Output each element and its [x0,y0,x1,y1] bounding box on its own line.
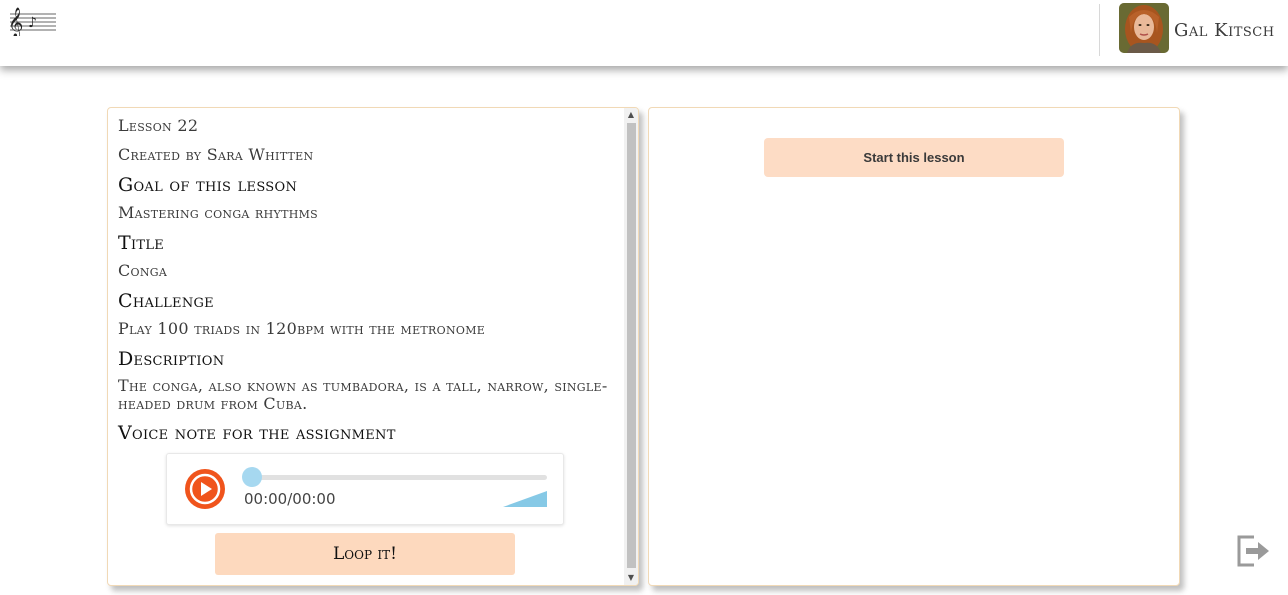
lesson-author: Created by Sara Whitten [118,145,314,164]
audio-seek-handle[interactable] [242,467,262,487]
svg-text:𝄞: 𝄞 [8,7,23,36]
voice-note-heading: Voice note for the assignment [118,422,396,444]
logout-icon[interactable] [1236,535,1270,567]
svg-text:♪: ♪ [28,15,37,31]
user-avatar[interactable] [1119,3,1169,53]
lesson-details-content: Lesson 22 Created by Sara Whitten Goal o… [118,116,614,451]
play-icon[interactable] [185,469,225,509]
title-heading: Title [118,232,165,254]
audio-seek-track[interactable] [245,475,547,480]
scroll-down-arrow-icon[interactable]: ▼ [624,571,638,585]
header-divider [1099,4,1100,56]
audio-time: 00:00/00:00 [244,490,336,508]
scroll-thumb[interactable] [627,123,636,568]
music-staff-icon[interactable]: 𝄞 ♪ [6,4,58,39]
lesson-details-panel: Lesson 22 Created by Sara Whitten Goal o… [107,107,639,586]
challenge-text: Play 100 triads in 120bpm with the metro… [118,319,486,338]
user-name[interactable]: Gal Kitsch [1174,20,1275,41]
description-text: The conga, also known as tumbadora, is a… [118,376,608,413]
goal-heading: Goal of this lesson [118,174,298,196]
volume-ramp-icon[interactable] [503,491,547,507]
challenge-heading: Challenge [118,290,214,312]
lesson-number: Lesson 22 [118,116,199,135]
lesson-scrollbar[interactable]: ▲ ▼ [624,108,638,585]
loop-it-button[interactable]: Loop it! [215,533,515,575]
title-text: Conga [118,261,168,280]
description-heading: Description [118,348,225,370]
top-bar: 𝄞 ♪ Gal Kitsch [0,0,1288,66]
scroll-up-arrow-icon[interactable]: ▲ [624,108,638,122]
goal-text: Mastering conga rhythms [118,203,318,222]
audio-player: 00:00/00:00 [166,453,564,525]
lesson-workspace-panel: Start this lesson [648,107,1180,586]
start-lesson-button[interactable]: Start this lesson [764,138,1064,177]
